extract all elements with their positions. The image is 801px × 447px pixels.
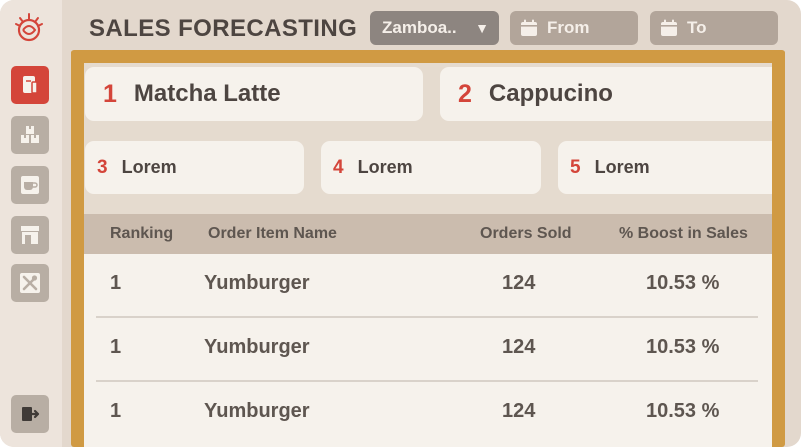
caret-down-icon: ▼ <box>475 20 489 36</box>
column-header-item-name[interactable]: Order Item Name <box>208 225 337 243</box>
logout-icon <box>22 407 40 421</box>
brand-logo <box>11 10 47 46</box>
sales-table: Ranking Order Item Name Orders Sold % Bo… <box>84 214 772 447</box>
tools-icon <box>20 273 40 293</box>
table-row[interactable]: 1 Yumburger 124 10.53 % <box>84 318 772 382</box>
document-icon <box>23 76 38 94</box>
boxes-icon <box>21 126 39 143</box>
location-value: Zamboa.. <box>382 18 457 37</box>
forecast-panel: 1 Matcha Latte 2 Cappucino 3 Lorem 4 Lor… <box>71 50 785 447</box>
cell-orders-sold: 124 <box>502 336 536 358</box>
app-window: SALES FORECASTING Zamboa.. ▼ From To 1 M… <box>0 0 801 447</box>
top-item-card[interactable]: 1 Matcha Latte <box>85 67 423 121</box>
top-item-rank: 5 <box>570 156 581 178</box>
logout-button[interactable] <box>11 395 49 433</box>
cell-boost: 10.53 % <box>646 400 720 422</box>
top-item-rank: 1 <box>103 79 117 108</box>
from-date-picker[interactable]: From <box>510 11 638 45</box>
to-label: To <box>687 18 707 37</box>
top-item-rank: 3 <box>97 156 108 178</box>
cell-boost: 10.53 % <box>646 336 720 358</box>
table-row[interactable]: 1 Yumburger 124 10.53 % <box>84 382 772 446</box>
top-item-name: Matcha Latte <box>133 80 281 107</box>
to-date-picker[interactable]: To <box>650 11 778 45</box>
column-header-ranking[interactable]: Ranking <box>110 225 173 243</box>
top-item-card[interactable]: 2 Cappucino <box>440 67 772 121</box>
top-item-name: Lorem <box>594 157 650 177</box>
cell-item-name: Yumburger <box>204 272 310 294</box>
nav-menu[interactable] <box>11 166 49 204</box>
top-item-name: Lorem <box>357 157 413 177</box>
top-item-name: Lorem <box>121 157 177 177</box>
cell-item-name: Yumburger <box>204 336 310 358</box>
coffee-cup-icon <box>21 176 39 194</box>
table-header: Ranking Order Item Name Orders Sold % Bo… <box>84 214 772 254</box>
location-select[interactable]: Zamboa.. ▼ <box>370 11 499 45</box>
top-item-rank: 2 <box>458 79 472 108</box>
nav-inventory[interactable] <box>11 116 49 154</box>
column-header-boost[interactable]: % Boost in Sales <box>619 225 748 243</box>
from-label: From <box>547 18 590 37</box>
cell-ranking: 1 <box>110 336 122 358</box>
cell-boost: 10.53 % <box>646 272 720 294</box>
top-item-name: Cappucino <box>488 80 613 107</box>
sidebar <box>0 0 62 447</box>
store-icon <box>21 226 39 244</box>
top-item-card[interactable]: 5 Lorem <box>558 141 772 194</box>
column-header-orders-sold[interactable]: Orders Sold <box>480 225 572 243</box>
top-item-card[interactable]: 3 Lorem <box>85 141 304 194</box>
nav-store[interactable] <box>11 216 49 254</box>
cell-item-name: Yumburger <box>204 400 310 422</box>
cell-ranking: 1 <box>110 400 122 422</box>
table-row[interactable]: 1 Yumburger 124 10.53 % <box>84 254 772 318</box>
nav-settings[interactable] <box>11 264 49 302</box>
cell-orders-sold: 124 <box>502 272 536 294</box>
calendar-icon <box>521 19 537 36</box>
cell-ranking: 1 <box>110 272 122 294</box>
top-item-rank: 4 <box>333 156 344 178</box>
cell-orders-sold: 124 <box>502 400 536 422</box>
nav-orders[interactable] <box>11 66 49 104</box>
calendar-icon <box>661 19 677 36</box>
page-title: SALES FORECASTING <box>89 15 358 42</box>
top-item-card[interactable]: 4 Lorem <box>321 141 541 194</box>
